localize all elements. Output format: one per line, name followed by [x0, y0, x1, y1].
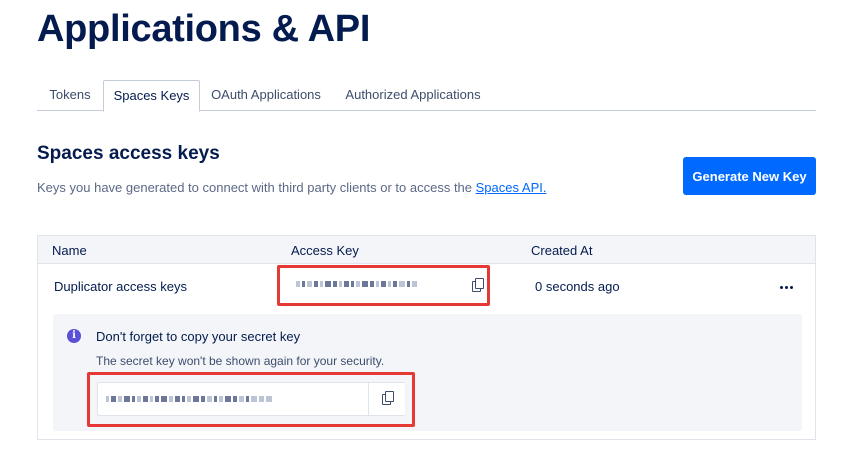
access-key-field [277, 265, 490, 306]
section-title: Spaces access keys [37, 143, 220, 164]
secret-key-notice: i Don't forget to copy your secret key T… [53, 314, 802, 431]
info-icon: i [67, 329, 81, 343]
copy-icon [382, 391, 394, 405]
more-horizontal-icon[interactable] [778, 279, 794, 295]
notice-description: The secret key won't be shown again for … [96, 354, 385, 368]
copy-icon [472, 278, 484, 292]
column-header-access-key: Access Key [291, 243, 359, 258]
key-name: Duplicator access keys [54, 279, 187, 294]
tab-oauth-applications[interactable]: OAuth Applications [204, 80, 328, 111]
section-description-text: Keys you have generated to connect with … [37, 180, 476, 195]
tab-spaces-keys[interactable]: Spaces Keys [103, 80, 200, 112]
column-header-name: Name [52, 243, 87, 258]
secret-key-field [97, 382, 405, 416]
tab-tokens[interactable]: Tokens [37, 80, 103, 111]
created-at-value: 0 seconds ago [535, 279, 620, 294]
secret-key-highlight [87, 372, 415, 427]
table-header: Name Access Key Created At [38, 236, 815, 264]
copy-access-key-button[interactable] [466, 275, 488, 297]
table-row: Duplicator access keys 0 seconds ago [38, 265, 815, 311]
notice-title: Don't forget to copy your secret key [96, 329, 301, 344]
generate-new-key-button[interactable]: Generate New Key [683, 157, 816, 195]
page-title: Applications & API [37, 8, 371, 50]
spaces-api-link[interactable]: Spaces API. [476, 180, 547, 195]
keys-table: Name Access Key Created At Duplicator ac… [37, 235, 816, 440]
column-header-created-at: Created At [531, 243, 593, 258]
tab-authorized-applications[interactable]: Authorized Applications [341, 80, 485, 111]
secret-key-value-redacted [106, 396, 272, 402]
tab-bar: Tokens Spaces Keys OAuth Applications Au… [37, 80, 816, 112]
access-key-value-redacted [296, 281, 417, 287]
copy-secret-key-button[interactable] [368, 383, 405, 415]
section-description: Keys you have generated to connect with … [37, 180, 546, 195]
